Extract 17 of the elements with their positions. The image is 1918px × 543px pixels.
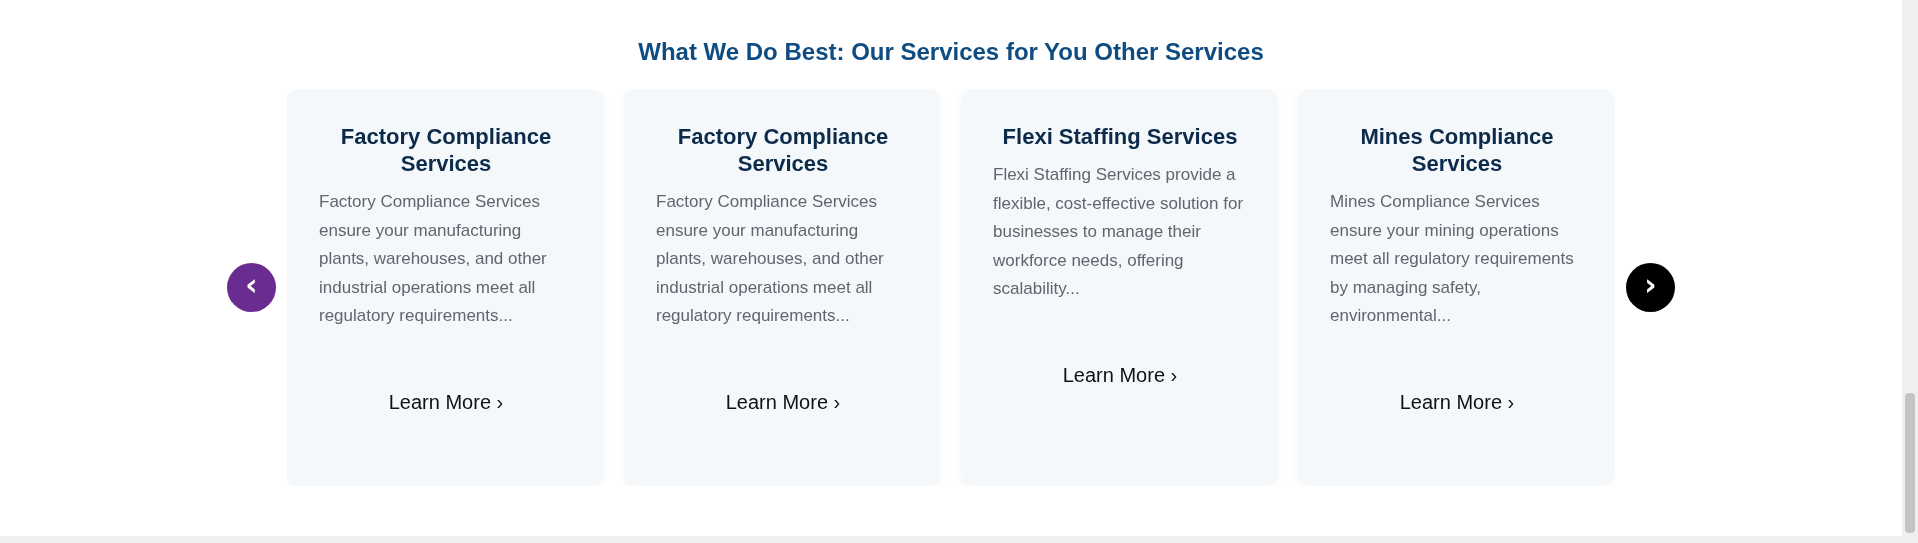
learn-more-link[interactable]: Learn More › [388,391,504,414]
card-title: Flexi Staffing Services [1001,123,1239,150]
card-title: Factory Compliance Services [676,123,890,177]
learn-more-link[interactable]: Learn More › [1062,364,1178,387]
card-description: Flexi Staffing Services provide a flexible, cost-effective solution for businesses to manage their workforce needs, offering scalability... [993,164,1245,300]
scrollbar[interactable] [1902,0,1918,543]
next-button[interactable]: › [1626,263,1675,312]
card-title: Mines Compliance Services [1359,123,1555,177]
section-title: What We Do Best: Our Services for You Other Services [638,38,1264,66]
card-description: Mines Compliance Services ensure your mining operations meet all regulatory requirements by managing safety, environmental... [1330,191,1575,327]
card-description: Factory Compliance Services ensure your manufacturing plants, warehouses, and other industrial operations meet all regulatory requirements... [319,191,548,327]
previous-button[interactable]: ‹ [227,263,276,312]
learn-more-link[interactable]: Learn More › [1399,391,1515,414]
scrollbar-thumb[interactable] [1905,393,1915,533]
card-description: Factory Compliance Services ensure your manufacturing plants, warehouses, and other industrial operations meet all regulatory requirements... [656,191,885,327]
card-title: Factory Compliance Services [339,123,553,177]
learn-more-link[interactable]: Learn More › [725,391,841,414]
